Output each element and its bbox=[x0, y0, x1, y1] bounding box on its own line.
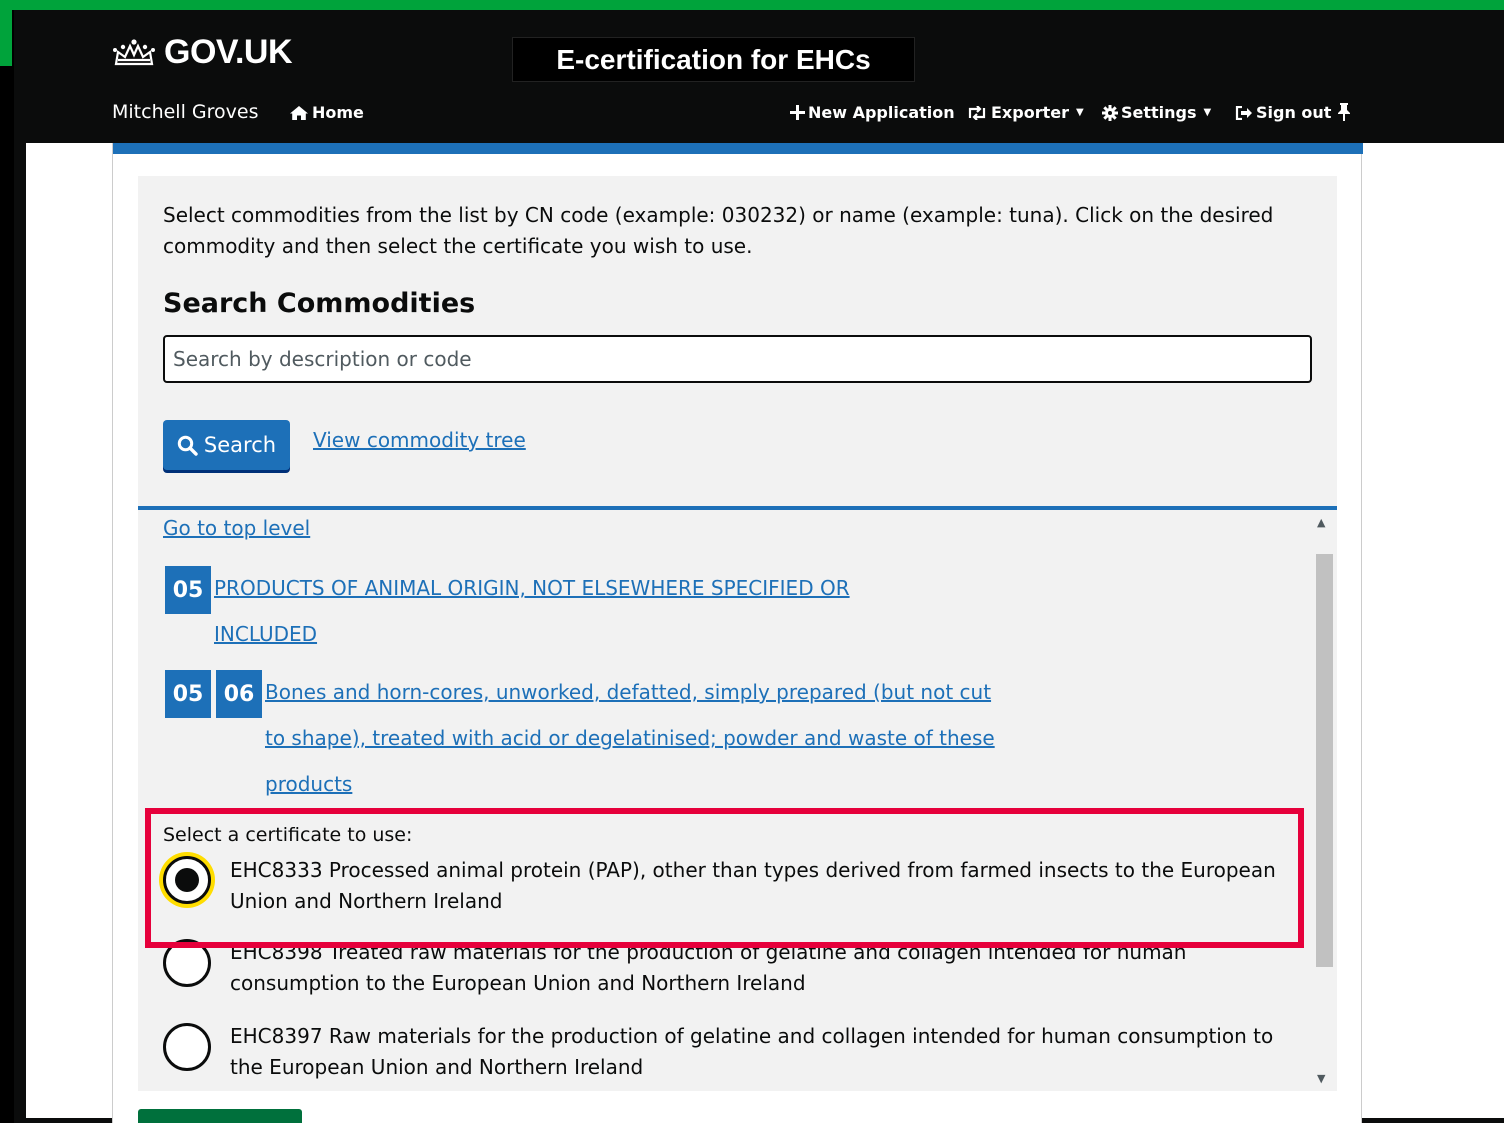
nav-settings-label: Settings bbox=[1121, 103, 1197, 122]
code-badge: 05 bbox=[165, 670, 211, 718]
scroll-thumb[interactable] bbox=[1316, 554, 1333, 967]
sign-out-icon bbox=[1235, 105, 1252, 120]
site-header: GOV.UK E-certification for EHCs Mitchell… bbox=[26, 21, 1504, 143]
search-button[interactable]: Search bbox=[163, 420, 290, 470]
highlight-annotation-box bbox=[145, 808, 1304, 948]
continue-button[interactable] bbox=[138, 1109, 302, 1123]
nav-sign-out[interactable]: Sign out bbox=[1235, 103, 1331, 122]
user-name: Mitchell Groves bbox=[112, 101, 259, 123]
nav-new-application-label: New Application bbox=[808, 103, 955, 122]
chevron-down-icon: ▼ bbox=[1203, 107, 1212, 118]
nav-exporter[interactable]: Exporter ▼ bbox=[966, 103, 1084, 122]
main-card: Select commodities from the list by CN c… bbox=[112, 143, 1363, 1123]
commodity-link-level2-cont[interactable]: products bbox=[265, 761, 352, 807]
commodity-link-level1-cont[interactable]: INCLUDED bbox=[214, 611, 317, 657]
green-top-border bbox=[0, 0, 1504, 10]
commodity-list-panel: Go to top level 05 PRODUCTS OF ANIMAL OR… bbox=[138, 506, 1337, 1091]
go-to-top-level-link[interactable]: Go to top level bbox=[163, 516, 310, 540]
chevron-down-icon: ▼ bbox=[1075, 107, 1084, 118]
commodity-link-level2-cont[interactable]: to shape), treated with acid or degelati… bbox=[265, 715, 995, 761]
logo-text: GOV.UK bbox=[164, 33, 293, 71]
govuk-logo[interactable]: GOV.UK bbox=[112, 33, 293, 72]
crown-icon bbox=[113, 38, 155, 65]
commodity-link-level1[interactable]: PRODUCTS OF ANIMAL ORIGIN, NOT ELSEWHERE… bbox=[214, 565, 850, 611]
service-name-box: E-certification for EHCs bbox=[512, 37, 915, 82]
pin-icon[interactable] bbox=[1337, 103, 1351, 121]
search-panel: Select commodities from the list by CN c… bbox=[138, 176, 1337, 506]
code-badge: 05 bbox=[165, 566, 211, 614]
nav-settings[interactable]: Settings ▼ bbox=[1102, 103, 1211, 122]
green-left-border bbox=[0, 10, 12, 66]
scroll-up-arrow[interactable]: ▲ bbox=[1317, 516, 1325, 529]
plus-icon bbox=[790, 105, 805, 120]
nav-sign-out-label: Sign out bbox=[1256, 103, 1332, 122]
nav-home-label: Home bbox=[312, 103, 364, 122]
commodity-link-level2[interactable]: Bones and horn-cores, unworked, defatted… bbox=[265, 669, 991, 715]
search-icon bbox=[177, 435, 198, 456]
search-heading: Search Commodities bbox=[163, 288, 476, 319]
code-badge: 06 bbox=[216, 670, 262, 718]
nav-exporter-label: Exporter bbox=[991, 103, 1069, 122]
gear-icon bbox=[1102, 104, 1118, 121]
scrollbar[interactable]: ▲ ▼ bbox=[1312, 510, 1337, 1091]
certificate-label-ehc8397: EHC8397 Raw materials for the production… bbox=[230, 1024, 1274, 1079]
home-icon bbox=[290, 105, 308, 120]
search-input[interactable] bbox=[163, 335, 1312, 383]
nav-new-application[interactable]: New Application bbox=[790, 103, 955, 122]
scroll-down-arrow[interactable]: ▼ bbox=[1317, 1072, 1325, 1085]
retweet-icon bbox=[968, 105, 986, 120]
blue-accent-bar bbox=[113, 143, 1363, 154]
nav-home[interactable]: Home bbox=[289, 103, 364, 122]
view-commodity-tree-link[interactable]: View commodity tree bbox=[313, 428, 526, 452]
intro-text: Select commodities from the list by CN c… bbox=[163, 203, 1274, 258]
service-name: E-certification for EHCs bbox=[556, 43, 871, 75]
search-button-label: Search bbox=[203, 433, 277, 457]
certificate-radio-ehc8397[interactable] bbox=[163, 1023, 211, 1071]
